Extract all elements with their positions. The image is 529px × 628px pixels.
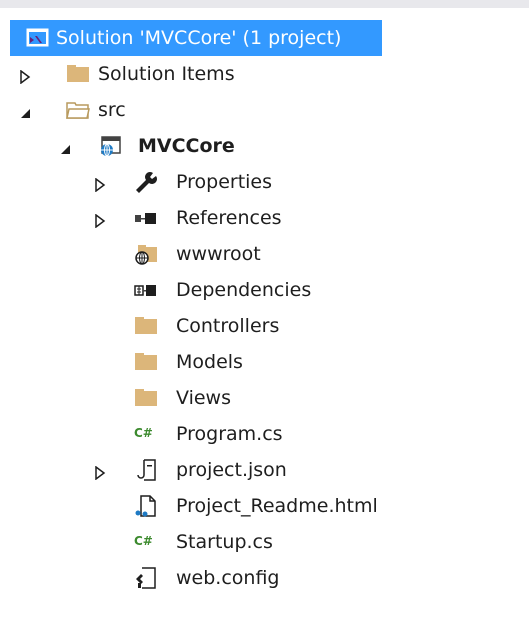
tree-item-controllers[interactable]: Controllers bbox=[0, 308, 529, 344]
tree-item-startup-cs[interactable]: C# Startup.cs bbox=[0, 524, 529, 560]
tree-item-label: wwwroot bbox=[176, 243, 261, 265]
csharp-file-icon: C# bbox=[134, 423, 158, 445]
csharp-glyph: C# bbox=[134, 426, 153, 440]
tree-item-references[interactable]: References bbox=[0, 200, 529, 236]
tree-item-dependencies[interactable]: Dependencies bbox=[0, 272, 529, 308]
tree-item-label: Startup.cs bbox=[176, 531, 273, 553]
tree-item-label: Properties bbox=[176, 171, 273, 193]
tree-item-project-json[interactable]: project.json bbox=[0, 452, 529, 488]
tree-item-label: project.json bbox=[176, 459, 287, 481]
tree-item-label: Models bbox=[176, 351, 243, 373]
tree-item-wwwroot[interactable]: wwwroot bbox=[0, 236, 529, 272]
tree-item-label: src bbox=[98, 99, 126, 121]
expand-arrow-icon[interactable] bbox=[93, 211, 107, 229]
expand-arrow-icon[interactable] bbox=[93, 175, 107, 193]
folder-icon bbox=[134, 351, 158, 373]
html-file-icon bbox=[134, 495, 158, 517]
folder-icon bbox=[134, 315, 158, 337]
dependencies-icon bbox=[134, 279, 158, 301]
tree-item-models[interactable]: Models bbox=[0, 344, 529, 380]
web-project-icon bbox=[98, 135, 122, 157]
collapse-arrow-icon[interactable] bbox=[58, 139, 72, 154]
tree-item-label: Controllers bbox=[176, 315, 280, 337]
folder-icon bbox=[66, 63, 90, 85]
expand-arrow-icon[interactable] bbox=[18, 67, 32, 85]
tree-item-project-readme-html[interactable]: Project_Readme.html bbox=[0, 488, 529, 524]
json-file-icon bbox=[134, 459, 158, 481]
tree-item-program-cs[interactable]: C# Program.cs bbox=[0, 416, 529, 452]
window-top-border bbox=[0, 0, 529, 8]
visual-studio-solution-icon bbox=[26, 27, 50, 49]
tree-item-views[interactable]: Views bbox=[0, 380, 529, 416]
tree-item-label: Program.cs bbox=[176, 423, 283, 445]
collapse-arrow-icon[interactable] bbox=[18, 103, 32, 118]
config-file-icon bbox=[134, 567, 158, 589]
tree-item-label: Solution 'MVCCore' (1 project) bbox=[56, 27, 342, 49]
tree-item-label: Project_Readme.html bbox=[176, 495, 378, 517]
expand-arrow-icon[interactable] bbox=[93, 463, 107, 481]
tree-item-label: Views bbox=[176, 387, 231, 409]
folder-icon bbox=[134, 387, 158, 409]
web-folder-icon bbox=[134, 243, 158, 265]
csharp-glyph: C# bbox=[134, 534, 153, 548]
wrench-icon bbox=[134, 171, 158, 193]
tree-item-solution[interactable]: Solution 'MVCCore' (1 project) bbox=[10, 20, 382, 56]
tree-item-label: MVCCore bbox=[138, 135, 235, 157]
tree-item-src[interactable]: src bbox=[0, 92, 529, 128]
tree-item-properties[interactable]: Properties bbox=[0, 164, 529, 200]
tree-item-solution-items[interactable]: Solution Items bbox=[0, 56, 529, 92]
csharp-file-icon: C# bbox=[134, 531, 158, 553]
tree-item-label: References bbox=[176, 207, 282, 229]
tree-item-mvccore-project[interactable]: MVCCore bbox=[0, 128, 529, 164]
references-icon bbox=[134, 207, 158, 229]
tree-item-label: Dependencies bbox=[176, 279, 312, 301]
tree-item-label: web.config bbox=[176, 567, 280, 589]
tree-item-web-config[interactable]: web.config bbox=[0, 560, 529, 596]
folder-open-icon bbox=[66, 99, 90, 121]
tree-item-label: Solution Items bbox=[98, 63, 235, 85]
